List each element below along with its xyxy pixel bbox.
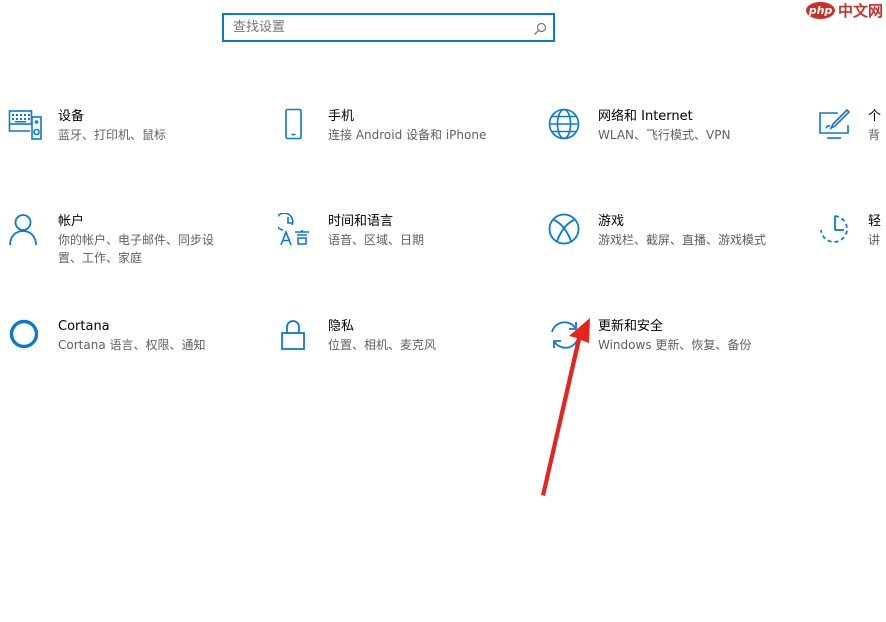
tile-network[interactable]: 网络和 Internet WLAN、飞行模式、VPN xyxy=(548,108,788,168)
person-icon xyxy=(8,213,42,247)
tile-accounts[interactable]: 帐户 你的帐户、电子邮件、同步设 置、工作、家庭 xyxy=(8,213,238,273)
tile-devices[interactable]: 设备 蓝牙、打印机、鼠标 xyxy=(8,108,238,168)
search-input[interactable] xyxy=(224,15,533,40)
tile-title: 手机 xyxy=(328,109,355,124)
tile-title: 设备 xyxy=(58,109,85,124)
tile-ease-of-access[interactable]: 轻 讲 xyxy=(818,213,886,273)
tile-phone[interactable]: 手机 连接 Android 设备和 iPhone xyxy=(278,108,518,168)
tile-title: 隐私 xyxy=(328,319,355,334)
time-language-icon xyxy=(278,213,312,247)
tile-description-line-2: 置、工作、家庭 xyxy=(58,251,143,265)
tile-time-language[interactable]: 时间和语言 语音、区域、日期 xyxy=(278,213,518,273)
tile-cortana[interactable]: Cortana Cortana 语言、权限、通知 xyxy=(8,318,238,378)
ease-of-access-icon xyxy=(818,213,852,247)
sync-arrows-icon xyxy=(548,318,582,352)
tile-gaming[interactable]: 游戏 游戏栏、截屏、直播、游戏模式 xyxy=(548,213,788,273)
search-box[interactable] xyxy=(222,13,555,42)
cortana-circle-icon xyxy=(8,318,42,352)
tile-update-security[interactable]: 更新和安全 Windows 更新、恢复、备份 xyxy=(548,318,788,378)
lock-icon xyxy=(278,318,312,352)
tile-title: 帐户 xyxy=(58,214,85,229)
tile-description: 语音、区域、日期 xyxy=(328,233,425,247)
tile-title: 游戏 xyxy=(598,214,625,229)
tile-description: Cortana 语言、权限、通知 xyxy=(58,338,206,352)
tile-title: Cortana xyxy=(58,319,110,334)
paint-display-icon xyxy=(818,108,852,142)
tile-description: 蓝牙、打印机、鼠标 xyxy=(58,128,167,142)
tile-privacy[interactable]: 隐私 位置、相机、麦克风 xyxy=(278,318,518,378)
keyboard-speaker-icon xyxy=(8,108,42,142)
tile-personalization[interactable]: 个 背 xyxy=(818,108,886,168)
tile-description: 位置、相机、麦克风 xyxy=(328,338,437,352)
tile-title: 时间和语言 xyxy=(328,214,394,229)
tile-description: WLAN、飞行模式、VPN xyxy=(598,128,731,142)
tile-description-line-1: 你的帐户、电子邮件、同步设 xyxy=(58,233,215,247)
phone-icon xyxy=(278,108,312,142)
tile-description: Windows 更新、恢复、备份 xyxy=(598,338,752,352)
tile-title: 个 xyxy=(868,109,882,124)
watermark-badge: php xyxy=(806,2,835,19)
tile-description: 连接 Android 设备和 iPhone xyxy=(328,128,487,142)
globe-icon xyxy=(548,108,582,142)
tile-title: 轻 xyxy=(868,214,882,229)
tile-title: 更新和安全 xyxy=(598,319,664,334)
xbox-icon xyxy=(548,213,582,247)
annotation-arrow xyxy=(541,318,590,496)
php-watermark-logo: php 中文网 xyxy=(804,0,886,22)
tile-description: 背 xyxy=(868,128,881,142)
search-icon[interactable] xyxy=(533,21,547,35)
watermark-text: 中文网 xyxy=(838,2,884,20)
tile-description: 游戏栏、截屏、直播、游戏模式 xyxy=(598,233,767,247)
tile-title: 网络和 Internet xyxy=(598,109,693,124)
tile-description: 讲 xyxy=(868,233,881,247)
